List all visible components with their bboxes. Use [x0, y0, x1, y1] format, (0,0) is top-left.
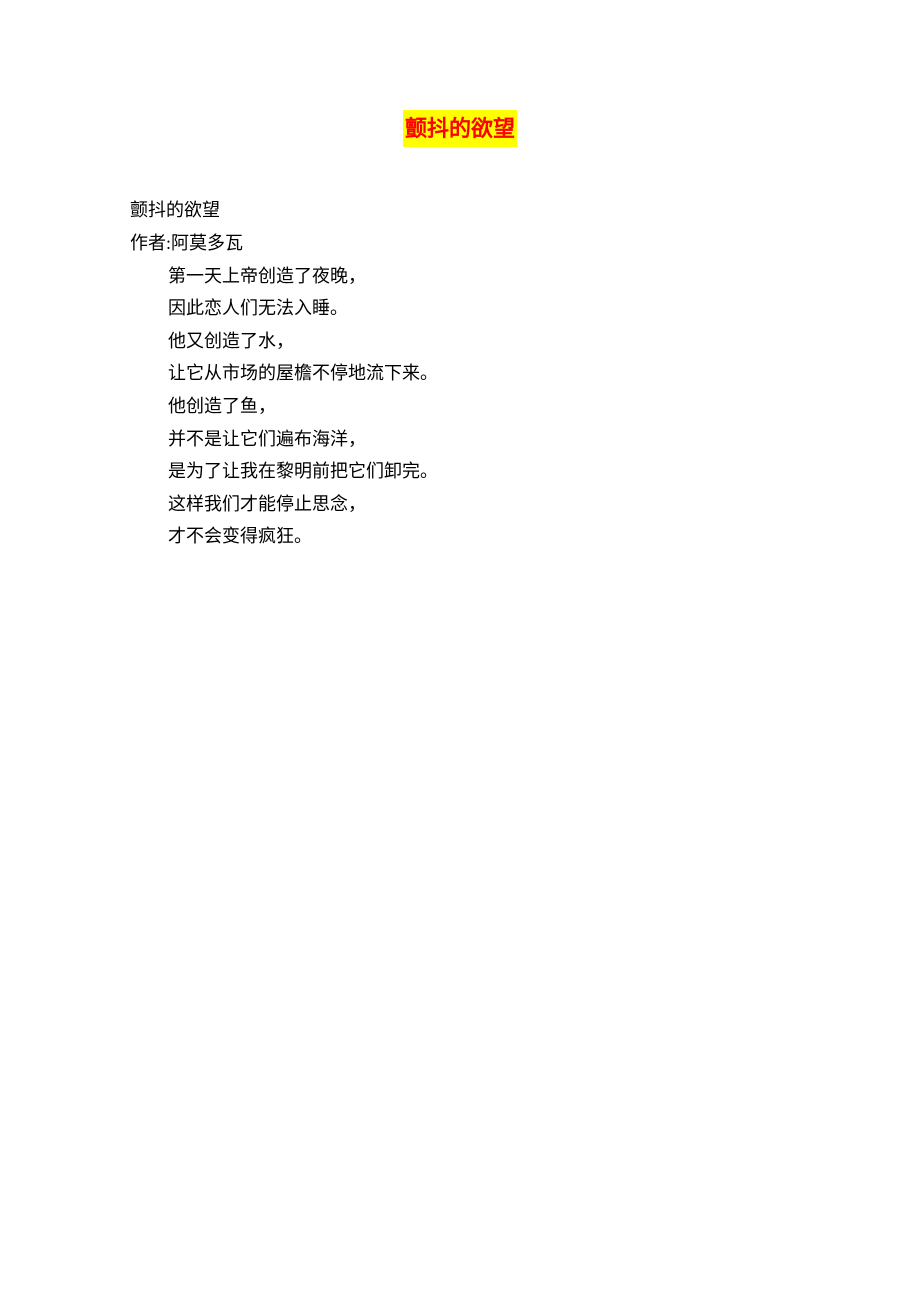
poem-line: 并不是让它们遍布海洋， [168, 424, 790, 455]
subtitle-line: 颤抖的欲望 [130, 195, 790, 226]
poem-line: 因此恋人们无法入睡。 [168, 293, 790, 324]
poem-line: 他又创造了水， [168, 326, 790, 357]
poem-line: 他创造了鱼， [168, 391, 790, 422]
document-page: 颤抖的欲望 颤抖的欲望 作者:阿莫多瓦 第一天上帝创造了夜晚， 因此恋人们无法入… [0, 0, 920, 552]
poem-line: 第一天上帝创造了夜晚， [168, 261, 790, 292]
poem-line: 是为了让我在黎明前把它们卸完。 [168, 456, 790, 487]
poem-line: 这样我们才能停止思念， [168, 489, 790, 520]
poem-body: 第一天上帝创造了夜晚， 因此恋人们无法入睡。 他又创造了水， 让它从市场的屋檐不… [130, 261, 790, 552]
poem-line: 才不会变得疯狂。 [168, 521, 790, 552]
author-line: 作者:阿莫多瓦 [130, 228, 790, 259]
title-wrapper: 颤抖的欲望 [130, 110, 790, 147]
poem-line: 让它从市场的屋檐不停地流下来。 [168, 358, 790, 389]
document-title: 颤抖的欲望 [403, 110, 517, 147]
